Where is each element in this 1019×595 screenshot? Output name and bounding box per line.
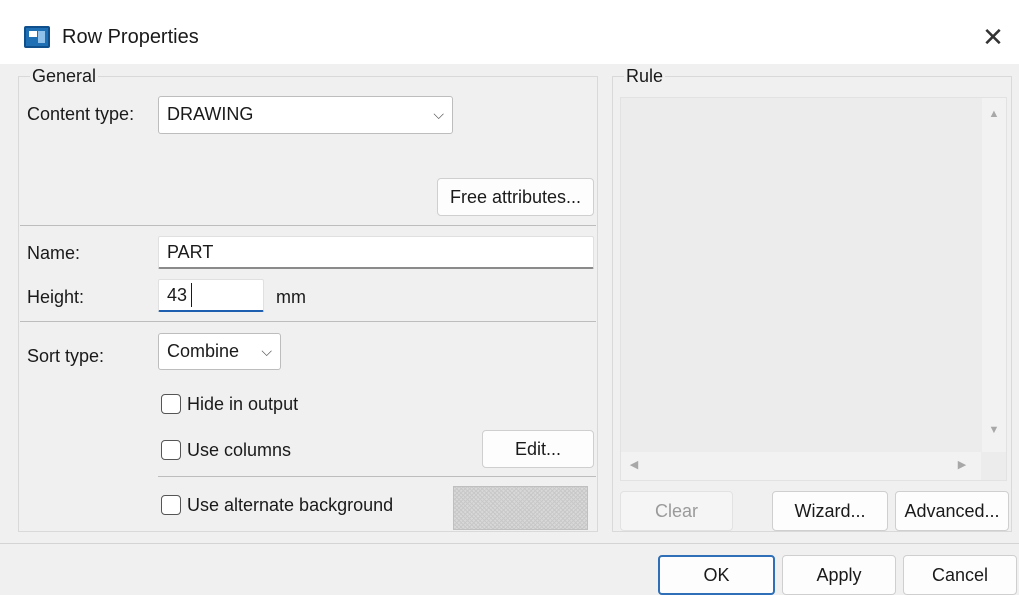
- free-attributes-button[interactable]: Free attributes...: [437, 178, 594, 216]
- use-alternate-background-label[interactable]: Use alternate background: [187, 495, 393, 516]
- clear-rule-button[interactable]: Clear: [620, 491, 733, 531]
- text-caret: [191, 283, 192, 307]
- general-divider-3: [158, 476, 596, 477]
- sort-type-label: Sort type:: [27, 346, 105, 366]
- ok-button[interactable]: OK: [658, 555, 775, 595]
- cancel-button[interactable]: Cancel: [903, 555, 1017, 595]
- content-type-value: DRAWING: [167, 104, 254, 124]
- alternate-background-color-swatch[interactable]: [453, 486, 588, 530]
- scroll-right-arrow-icon[interactable]: ▶: [955, 458, 969, 471]
- close-icon[interactable]: ✕: [978, 22, 1008, 52]
- general-divider-1: [20, 225, 596, 226]
- sort-type-dropdown[interactable]: Combine ⌵: [158, 333, 281, 370]
- sort-type-value: Combine: [167, 341, 240, 361]
- rule-text-area[interactable]: [620, 97, 1007, 481]
- advanced-button[interactable]: Advanced...: [895, 491, 1009, 531]
- use-columns-checkbox[interactable]: [161, 440, 181, 460]
- height-input[interactable]: 43: [158, 279, 264, 312]
- rule-horizontal-scrollbar[interactable]: [621, 452, 981, 480]
- rule-group-label: Rule: [624, 66, 666, 87]
- window-title: Row Properties: [62, 26, 199, 48]
- general-divider-2: [20, 321, 596, 322]
- use-alternate-background-checkbox[interactable]: [161, 495, 181, 515]
- name-input[interactable]: PART: [158, 236, 594, 269]
- content-type-label: Content type:: [27, 104, 135, 124]
- rule-vertical-scrollbar[interactable]: [982, 98, 1006, 452]
- title-bar: Row Properties ✕: [0, 0, 1019, 64]
- row-properties-dialog: Row Properties ✕ General Content type: D…: [0, 0, 1019, 595]
- name-label: Name:: [27, 243, 81, 263]
- use-columns-label[interactable]: Use columns: [187, 440, 291, 461]
- hide-in-output-label[interactable]: Hide in output: [187, 394, 298, 415]
- scroll-up-arrow-icon[interactable]: ▲: [987, 108, 1001, 120]
- footer-separator: [0, 543, 1019, 544]
- wizard-button[interactable]: Wizard...: [772, 491, 888, 531]
- content-type-dropdown[interactable]: DRAWING ⌵: [158, 96, 453, 134]
- height-label: Height:: [27, 287, 85, 307]
- chevron-down-icon: ⌵: [433, 106, 444, 122]
- hide-in-output-checkbox[interactable]: [161, 394, 181, 414]
- name-value: PART: [167, 242, 214, 262]
- height-unit: mm: [276, 287, 306, 307]
- chevron-down-icon: ⌵: [259, 343, 272, 360]
- row-properties-app-icon: [24, 26, 50, 48]
- general-group-label: General: [30, 66, 99, 87]
- apply-button[interactable]: Apply: [782, 555, 896, 595]
- height-value: 43: [167, 285, 188, 305]
- scroll-down-arrow-icon[interactable]: ▼: [987, 424, 1001, 436]
- edit-columns-button[interactable]: Edit...: [482, 430, 594, 468]
- scroll-left-arrow-icon[interactable]: ◀: [627, 458, 641, 471]
